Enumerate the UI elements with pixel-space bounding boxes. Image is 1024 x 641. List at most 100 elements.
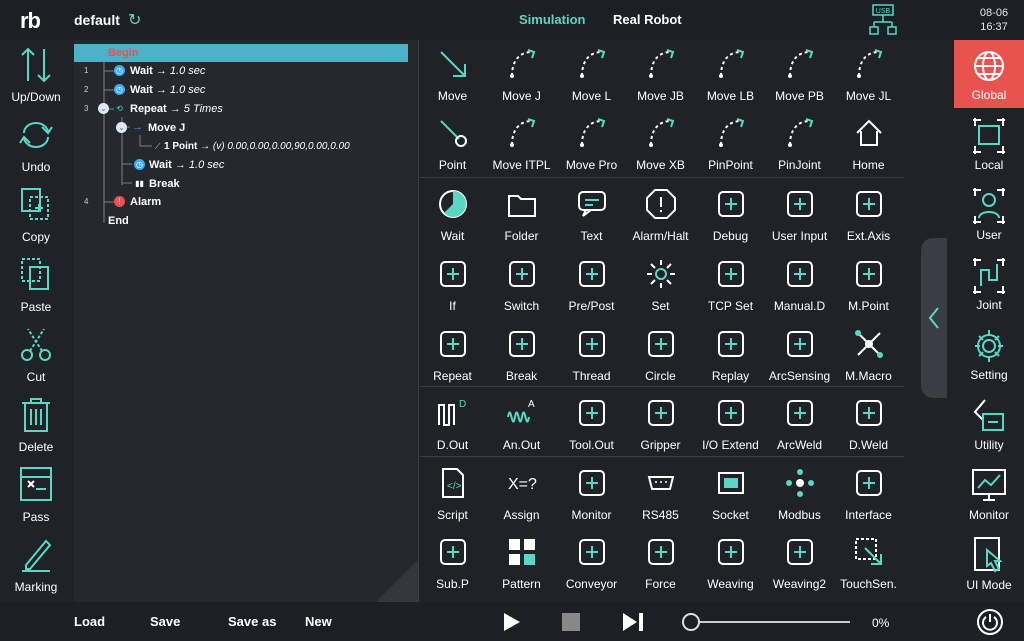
cut-button[interactable]: Cut: [0, 322, 72, 392]
cmd-sub-p-button[interactable]: Sub.P: [418, 530, 487, 598]
resize-handle[interactable]: [376, 560, 418, 602]
speed-slider-track[interactable]: [690, 621, 850, 623]
cmd-m-macro-button[interactable]: M.Macro: [834, 322, 903, 390]
collapse-panel-button[interactable]: [921, 238, 947, 398]
cmd-touchsen-button[interactable]: TouchSen.: [834, 530, 903, 598]
refresh-icon[interactable]: ↻: [128, 10, 141, 30]
cmd-debug-button[interactable]: Debug: [696, 182, 765, 250]
step-forward-icon[interactable]: [620, 611, 646, 633]
cmd-set-button[interactable]: Set: [626, 252, 695, 320]
tree-end-row[interactable]: End: [74, 213, 414, 231]
cmd-user-input-button[interactable]: User Input: [765, 182, 834, 250]
cmd-tcp-set-button[interactable]: TCP Set: [696, 252, 765, 320]
cmd-circle-button[interactable]: Circle: [626, 322, 695, 390]
cmd-arcsensing-button[interactable]: ArcSensing: [765, 322, 834, 390]
cmd-move-lb-button[interactable]: Move LB: [696, 42, 765, 110]
cmd-pre-post-button[interactable]: Pre/Post: [557, 252, 626, 320]
pass-button[interactable]: Pass: [0, 462, 72, 532]
cmd-ext-axis-button[interactable]: Ext.Axis: [834, 182, 903, 250]
tree-row[interactable]: ▮▮ Break: [74, 176, 414, 194]
cmd-move-j-button[interactable]: Move J: [487, 42, 556, 110]
tree-row[interactable]: 2 ◷ Wait → 1.0 sec: [74, 82, 414, 100]
load-button[interactable]: Load: [74, 614, 105, 629]
cmd-an-out-button[interactable]: A An.Out: [487, 391, 556, 459]
cmd-repeat-button[interactable]: Repeat: [418, 322, 487, 390]
local-button[interactable]: Local: [954, 110, 1024, 178]
cmd-arcweld-button[interactable]: ArcWeld: [765, 391, 834, 459]
cmd-pinpoint-button[interactable]: PinPoint: [696, 111, 765, 179]
cmd-interface-button[interactable]: Interface: [834, 461, 903, 529]
cmd-move-jl-button[interactable]: Move JL: [834, 42, 903, 110]
utility-button[interactable]: Utility: [954, 390, 1024, 458]
cmd-move-button[interactable]: Move: [418, 42, 487, 110]
cmd-pinjoint-button[interactable]: PinJoint: [765, 111, 834, 179]
cmd-d-weld-button[interactable]: D.Weld: [834, 391, 903, 459]
cmd-home-button[interactable]: Home: [834, 111, 903, 179]
paste-button[interactable]: Paste: [0, 252, 72, 322]
cmd-move-jb-button[interactable]: Move JB: [626, 42, 695, 110]
cmd-conveyor-button[interactable]: Conveyor: [557, 530, 626, 598]
cmd-point-button[interactable]: Point: [418, 111, 487, 179]
up-down-button[interactable]: Up/Down: [0, 42, 72, 112]
power-button[interactable]: [976, 608, 1004, 641]
joint-button[interactable]: Joint: [954, 250, 1024, 318]
cmd-alarm-halt-button[interactable]: Alarm/Halt: [626, 182, 695, 250]
delete-button[interactable]: Delete: [0, 392, 72, 462]
tree-row[interactable]: 4 ! Alarm: [74, 194, 414, 212]
tree-row[interactable]: ⟋ 1 Point → (v) 0.00,0.00,0.00,90,0.00,0…: [74, 139, 414, 157]
cmd-break-button[interactable]: Break: [487, 322, 556, 390]
cmd-manual-d-button[interactable]: Manual.D: [765, 252, 834, 320]
tree-row[interactable]: ◷ Wait → 1.0 sec: [74, 157, 414, 175]
tab-real-robot[interactable]: Real Robot: [613, 12, 682, 27]
cmd-text-button[interactable]: Text: [557, 182, 626, 250]
cmd-script-button[interactable]: </> Script: [418, 461, 487, 529]
cmd-switch-button[interactable]: Switch: [487, 252, 556, 320]
cmd-rs485-button[interactable]: RS485: [626, 461, 695, 529]
speed-slider-knob[interactable]: [682, 613, 700, 631]
tree-row[interactable]: 1 ◷ Wait → 1.0 sec: [74, 63, 414, 81]
cmd-wait-button[interactable]: Wait: [418, 182, 487, 250]
cmd-assign-button[interactable]: X=? Assign: [487, 461, 556, 529]
cmd-weaving2-button[interactable]: Weaving2: [765, 530, 834, 598]
monitor-button[interactable]: Monitor: [954, 460, 1024, 528]
cmd-thread-button[interactable]: Thread: [557, 322, 626, 390]
cmd-m-point-button[interactable]: M.Point: [834, 252, 903, 320]
chevron-down-icon[interactable]: ⌄: [98, 103, 109, 114]
new-button[interactable]: New: [305, 614, 332, 629]
marking-button[interactable]: Marking: [0, 532, 72, 602]
chevron-down-icon[interactable]: ⌄: [116, 122, 127, 133]
cmd-i-o-extend-button[interactable]: I/O Extend: [696, 391, 765, 459]
cmd-tool-out-button[interactable]: Tool.Out: [557, 391, 626, 459]
cmd-move-pb-button[interactable]: Move PB: [765, 42, 834, 110]
manual-d-icon: [787, 261, 813, 287]
cmd-move-itpl-button[interactable]: Move ITPL: [487, 111, 556, 179]
setting-button[interactable]: Setting: [954, 320, 1024, 388]
cmd-replay-button[interactable]: Replay: [696, 322, 765, 390]
cmd-modbus-button[interactable]: Modbus: [765, 461, 834, 529]
cmd-folder-button[interactable]: Folder: [487, 182, 556, 250]
cmd-if-button[interactable]: If: [418, 252, 487, 320]
stop-icon[interactable]: [560, 611, 582, 633]
cmd-move-l-button[interactable]: Move L: [557, 42, 626, 110]
tree-row[interactable]: ⌄ → Move J: [74, 120, 414, 138]
cmd-force-button[interactable]: Force: [626, 530, 695, 598]
cmd-d-out-button[interactable]: D D.Out: [418, 391, 487, 459]
cmd-weaving-button[interactable]: Weaving: [696, 530, 765, 598]
tree-row[interactable]: 3 ⌄ ⟲ Repeat → 5 Times: [74, 101, 414, 119]
save-button[interactable]: Save: [150, 614, 180, 629]
project-name[interactable]: default: [74, 12, 120, 28]
save-as-button[interactable]: Save as: [228, 614, 276, 629]
global-button[interactable]: Global: [954, 40, 1024, 108]
undo-button[interactable]: Undo: [0, 112, 72, 182]
cmd-socket-button[interactable]: Socket: [696, 461, 765, 529]
cmd-pattern-button[interactable]: Pattern: [487, 530, 556, 598]
copy-button[interactable]: Copy: [0, 182, 72, 252]
play-icon[interactable]: [500, 611, 524, 633]
cmd-move-pro-button[interactable]: Move Pro: [557, 111, 626, 179]
ui-mode-button[interactable]: UI Mode: [954, 530, 1024, 598]
user-button[interactable]: User: [954, 180, 1024, 248]
cmd-move-xb-button[interactable]: Move XB: [626, 111, 695, 179]
cmd-monitor-button[interactable]: Monitor: [557, 461, 626, 529]
cmd-gripper-button[interactable]: Gripper: [626, 391, 695, 459]
tab-simulation[interactable]: Simulation: [519, 12, 585, 27]
